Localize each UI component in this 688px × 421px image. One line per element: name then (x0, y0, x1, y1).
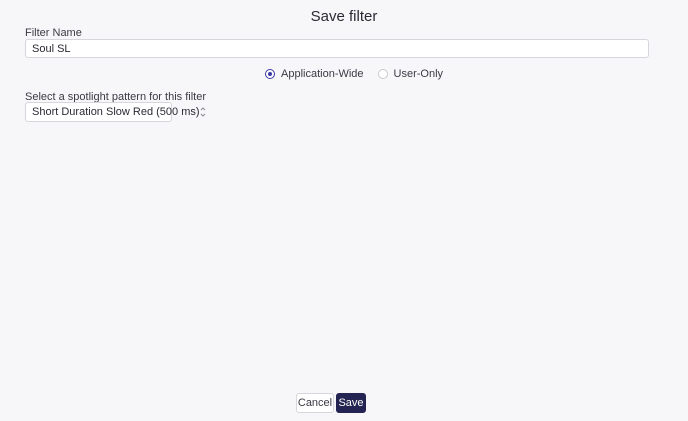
radio-checked-icon[interactable] (265, 69, 275, 79)
select-chevrons-icon (200, 106, 206, 118)
radio-unchecked-icon[interactable] (377, 69, 388, 79)
save-button[interactable]: Save (336, 393, 366, 413)
scope-radio-group: Application-Wide User-Only (265, 68, 443, 80)
radio-application-wide[interactable]: Application-Wide (265, 68, 364, 80)
radio-user-only[interactable]: User-Only (377, 68, 444, 80)
radio-user-only-label: User-Only (393, 68, 444, 80)
radio-application-wide-label: Application-Wide (281, 68, 364, 80)
spotlight-pattern-select[interactable]: Short Duration Slow Red (500 ms) (25, 102, 205, 122)
save-filter-dialog: Save filter Filter Name Application-Wide… (0, 0, 688, 421)
spotlight-pattern-value: Short Duration Slow Red (500 ms) (32, 106, 200, 118)
cancel-button[interactable]: Cancel (296, 393, 334, 413)
dialog-footer: Cancel Save (296, 393, 366, 413)
dialog-title: Save filter (310, 8, 378, 25)
filter-name-label: Filter Name (25, 27, 82, 39)
filter-name-input[interactable] (25, 39, 649, 58)
